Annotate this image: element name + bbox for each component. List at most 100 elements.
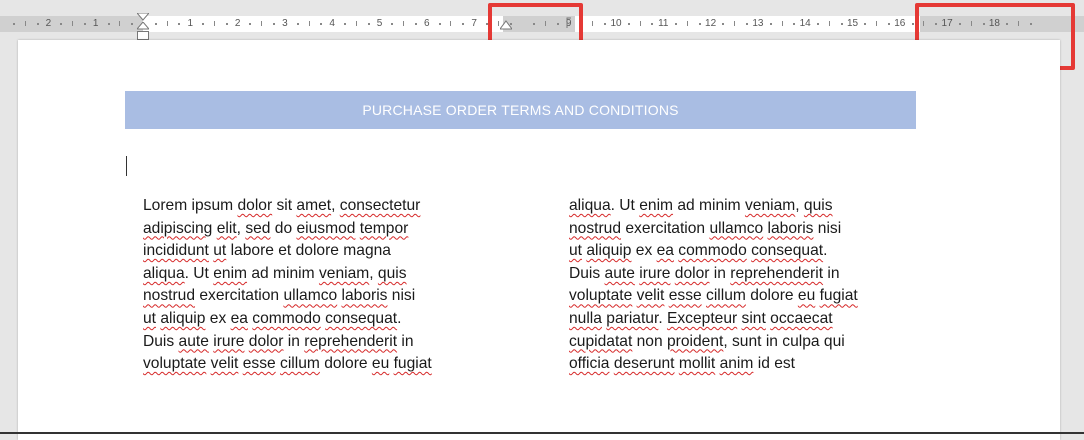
ruler-half-tick: [876, 21, 878, 26]
text-line: nostrud exercitation ullamco laboris nis…: [143, 287, 416, 305]
spellcheck-flagged-word[interactable]: aliqua: [569, 197, 611, 214]
spellcheck-flagged-word[interactable]: reprehenderit: [730, 265, 823, 282]
spellcheck-flagged-word[interactable]: amet: [296, 197, 331, 214]
spellcheck-flagged-word[interactable]: tempor: [360, 220, 409, 237]
spellcheck-flagged-word[interactable]: quis: [804, 197, 833, 214]
text-line: cupidatat non proident, sunt in culpa qu…: [569, 332, 845, 350]
spellcheck-flagged-word[interactable]: Excepteur: [667, 310, 737, 327]
spellcheck-flagged-word[interactable]: eiusmod: [296, 220, 355, 237]
spellcheck-flagged-word[interactable]: dolor: [675, 265, 710, 282]
spellcheck-flagged-word[interactable]: aute: [179, 333, 209, 350]
ruler-quarter-dot: [627, 23, 630, 25]
spellcheck-flagged-word[interactable]: deserunt: [614, 355, 675, 372]
spellcheck-flagged-word[interactable]: veniam: [319, 265, 369, 282]
spellcheck-flagged-word[interactable]: ut: [213, 242, 226, 259]
ruler-half-tick: [355, 21, 357, 26]
spellcheck-flagged-word[interactable]: incididunt: [143, 242, 209, 259]
ruler-half-tick: [261, 21, 263, 26]
document-title-banner: PURCHASE ORDER TERMS AND CONDITIONS: [125, 91, 916, 129]
spellcheck-flagged-word[interactable]: nulla: [569, 310, 602, 327]
horizontal-ruler[interactable]: 2 1 1 2 3 4 5 6 7 9 10 11 12 13 14 15 16 17 18: [0, 0, 1084, 70]
ruler-quarter-dot: [391, 23, 394, 25]
ruler-quarter-dot: [202, 23, 205, 25]
spellcheck-flagged-word[interactable]: ut: [569, 242, 582, 259]
ruler-number: 4: [329, 18, 335, 29]
ruler-half-tick: [166, 21, 168, 26]
ruler-half-tick: [686, 21, 688, 26]
ruler-number: 2: [234, 18, 241, 29]
spellcheck-flagged-word[interactable]: cupidatat: [569, 333, 632, 350]
spellcheck-flagged-word[interactable]: laboris: [342, 287, 388, 304]
spellcheck-flagged-word[interactable]: enim: [639, 197, 673, 214]
spellcheck-flagged-word[interactable]: irure: [639, 265, 670, 282]
spellcheck-flagged-word[interactable]: veniam: [745, 197, 795, 214]
text-line: aliqua. Ut enim ad minim veniam, quis: [143, 264, 407, 282]
ruler-quarter-dot: [817, 23, 820, 25]
spellcheck-flagged-word[interactable]: officia: [569, 355, 609, 372]
spellcheck-flagged-word[interactable]: consequat: [751, 242, 823, 259]
ruler-quarter-dot: [60, 23, 63, 25]
spellcheck-flagged-word[interactable]: ut: [143, 310, 156, 327]
spellcheck-flagged-word[interactable]: fugiat: [820, 287, 858, 304]
spellcheck-flagged-word[interactable]: proident: [667, 333, 723, 350]
spellcheck-flagged-word[interactable]: consectetur: [340, 197, 421, 214]
spellcheck-flagged-word[interactable]: aute: [605, 265, 635, 282]
first-line-indent-marker-icon[interactable]: [137, 13, 149, 21]
ruler-half-tick: [403, 21, 405, 26]
spellcheck-flagged-word[interactable]: esse: [243, 355, 276, 372]
spellcheck-flagged-word[interactable]: ea: [657, 242, 674, 259]
spellcheck-flagged-word[interactable]: cillum: [280, 355, 320, 372]
spellcheck-flagged-word[interactable]: nostrud: [569, 220, 621, 237]
spellcheck-flagged-word[interactable]: dolor: [249, 333, 284, 350]
spellcheck-flagged-word[interactable]: sint: [742, 310, 766, 327]
spellcheck-flagged-word[interactable]: reprehenderit: [304, 333, 397, 350]
ruler-half-tick: [308, 21, 310, 26]
spellcheck-flagged-word[interactable]: voluptate: [143, 355, 206, 372]
spellcheck-flagged-word[interactable]: laboris: [768, 220, 814, 237]
spellcheck-flagged-word[interactable]: consequat: [325, 310, 397, 327]
spellcheck-flagged-word[interactable]: nostrud: [143, 287, 195, 304]
spellcheck-flagged-word[interactable]: ullamco: [283, 287, 337, 304]
ruler-number: 1: [187, 18, 194, 29]
spellcheck-flagged-word[interactable]: pariatur: [606, 310, 658, 327]
spellcheck-flagged-word[interactable]: eu: [798, 287, 815, 304]
ruler-quarter-dot: [249, 23, 252, 25]
text-column-left[interactable]: Lorem ipsum dolor sit amet, consectetur a…: [143, 195, 513, 376]
spellcheck-flagged-word[interactable]: sed: [245, 220, 270, 237]
hanging-indent-marker-icon[interactable]: [137, 22, 149, 30]
ruler-number: 14: [799, 18, 811, 29]
ruler-half-tick: [213, 21, 215, 26]
spellcheck-flagged-word[interactable]: commodo: [678, 242, 746, 259]
spellcheck-flagged-word[interactable]: cillum: [706, 287, 746, 304]
spellcheck-flagged-word[interactable]: aliquip: [586, 242, 631, 259]
text-line: nostrud exercitation ullamco laboris nis…: [569, 219, 842, 237]
spellcheck-flagged-word[interactable]: anim: [720, 355, 754, 372]
spellcheck-flagged-word[interactable]: aliquip: [160, 310, 205, 327]
spellcheck-flagged-word[interactable]: fugiat: [394, 355, 432, 372]
spellcheck-flagged-word[interactable]: irure: [213, 333, 244, 350]
spellcheck-flagged-word[interactable]: enim: [213, 265, 247, 282]
spellcheck-flagged-word[interactable]: adipiscing: [143, 220, 212, 237]
spellcheck-flagged-word[interactable]: elit: [217, 220, 237, 237]
spellcheck-flagged-word[interactable]: velit: [637, 287, 665, 304]
spellcheck-flagged-word[interactable]: voluptate: [569, 287, 632, 304]
spellcheck-flagged-word[interactable]: occaecat: [770, 310, 832, 327]
ruler-quarter-dot: [296, 23, 299, 25]
spellcheck-flagged-word[interactable]: mollit: [679, 355, 715, 372]
spellcheck-flagged-word[interactable]: quis: [378, 265, 407, 282]
text-line: Duis aute irure dolor in reprehenderit i…: [143, 332, 414, 350]
spellcheck-flagged-word[interactable]: commodo: [252, 310, 320, 327]
spellcheck-flagged-word[interactable]: ea: [231, 310, 248, 327]
spellcheck-flagged-word[interactable]: aliqua: [143, 265, 185, 282]
spellcheck-flagged-word[interactable]: dolor: [237, 197, 272, 214]
spellcheck-flagged-word[interactable]: ullamco: [709, 220, 763, 237]
left-indent-marker-icon[interactable]: [137, 31, 149, 40]
ruler-quarter-dot: [107, 23, 110, 25]
text-column-right[interactable]: aliqua. Ut enim ad minim veniam, quis nos…: [569, 195, 939, 376]
text-line: voluptate velit esse cillum dolore eu fu…: [143, 355, 432, 373]
spellcheck-flagged-word[interactable]: eu: [372, 355, 389, 372]
ruler-number: 6: [424, 18, 430, 29]
spellcheck-flagged-word[interactable]: velit: [211, 355, 239, 372]
spellcheck-flagged-word[interactable]: esse: [669, 287, 702, 304]
ruler-quarter-dot: [887, 23, 890, 25]
